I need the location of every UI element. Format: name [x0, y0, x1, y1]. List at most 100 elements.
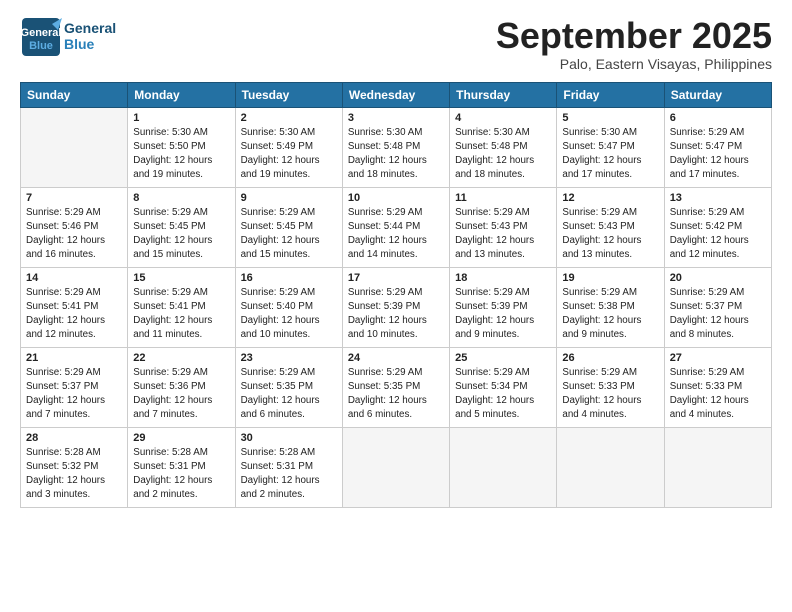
- day-number: 10: [348, 192, 444, 204]
- calendar-cell: 30 Sunrise: 5:28 AM Sunset: 5:31 PM Dayli…: [235, 427, 342, 507]
- calendar-cell: 8 Sunrise: 5:29 AM Sunset: 5:45 PM Daylig…: [128, 187, 235, 267]
- calendar-cell: 26 Sunrise: 5:29 AM Sunset: 5:33 PM Dayli…: [557, 347, 664, 427]
- day-info: Sunrise: 5:29 AM Sunset: 5:46 PM Dayligh…: [26, 206, 122, 263]
- day-number: 30: [241, 432, 337, 444]
- calendar-cell: 16 Sunrise: 5:29 AM Sunset: 5:40 PM Dayli…: [235, 267, 342, 347]
- calendar-cell: [342, 427, 449, 507]
- day-number: 11: [455, 192, 551, 204]
- day-number: 22: [133, 352, 229, 364]
- day-info: Sunrise: 5:29 AM Sunset: 5:34 PM Dayligh…: [455, 366, 551, 423]
- day-info: Sunrise: 5:29 AM Sunset: 5:36 PM Dayligh…: [133, 366, 229, 423]
- day-info: Sunrise: 5:29 AM Sunset: 5:33 PM Dayligh…: [670, 366, 766, 423]
- calendar-cell: 29 Sunrise: 5:28 AM Sunset: 5:31 PM Dayli…: [128, 427, 235, 507]
- day-info: Sunrise: 5:29 AM Sunset: 5:45 PM Dayligh…: [133, 206, 229, 263]
- day-number: 9: [241, 192, 337, 204]
- svg-text:General: General: [21, 27, 62, 39]
- day-info: Sunrise: 5:28 AM Sunset: 5:31 PM Dayligh…: [241, 446, 337, 503]
- calendar-table: SundayMondayTuesdayWednesdayThursdayFrid…: [20, 82, 772, 508]
- svg-text:Blue: Blue: [29, 40, 53, 52]
- location: Palo, Eastern Visayas, Philippines: [496, 56, 772, 72]
- day-number: 14: [26, 272, 122, 284]
- day-number: 5: [562, 112, 658, 124]
- day-info: Sunrise: 5:30 AM Sunset: 5:48 PM Dayligh…: [348, 126, 444, 183]
- calendar-cell: 4 Sunrise: 5:30 AM Sunset: 5:48 PM Daylig…: [450, 107, 557, 187]
- day-number: 29: [133, 432, 229, 444]
- day-info: Sunrise: 5:29 AM Sunset: 5:44 PM Dayligh…: [348, 206, 444, 263]
- day-number: 25: [455, 352, 551, 364]
- day-info: Sunrise: 5:28 AM Sunset: 5:32 PM Dayligh…: [26, 446, 122, 503]
- day-info: Sunrise: 5:30 AM Sunset: 5:49 PM Dayligh…: [241, 126, 337, 183]
- weekday-header-tuesday: Tuesday: [235, 82, 342, 107]
- weekday-header-thursday: Thursday: [450, 82, 557, 107]
- calendar-cell: 17 Sunrise: 5:29 AM Sunset: 5:39 PM Dayli…: [342, 267, 449, 347]
- day-info: Sunrise: 5:30 AM Sunset: 5:48 PM Dayligh…: [455, 126, 551, 183]
- day-number: 12: [562, 192, 658, 204]
- day-info: Sunrise: 5:30 AM Sunset: 5:50 PM Dayligh…: [133, 126, 229, 183]
- weekday-header-sunday: Sunday: [21, 82, 128, 107]
- weekday-header-wednesday: Wednesday: [342, 82, 449, 107]
- day-info: Sunrise: 5:29 AM Sunset: 5:39 PM Dayligh…: [455, 286, 551, 343]
- weekday-header-saturday: Saturday: [664, 82, 771, 107]
- calendar-cell: 12 Sunrise: 5:29 AM Sunset: 5:43 PM Dayli…: [557, 187, 664, 267]
- title-block: September 2025 Palo, Eastern Visayas, Ph…: [496, 16, 772, 72]
- calendar-cell: 24Sunrise: 5:29 AM Sunset: 5:35 PM Dayli…: [342, 347, 449, 427]
- logo-icon: General Blue: [20, 16, 60, 56]
- weekday-header-row: SundayMondayTuesdayWednesdayThursdayFrid…: [21, 82, 772, 107]
- calendar-cell: [21, 107, 128, 187]
- calendar-cell: 21 Sunrise: 5:29 AM Sunset: 5:37 PM Dayli…: [21, 347, 128, 427]
- calendar-cell: 9Sunrise: 5:29 AM Sunset: 5:45 PM Daylig…: [235, 187, 342, 267]
- day-number: 21: [26, 352, 122, 364]
- page-header: General Blue General Blue September 2025…: [20, 16, 772, 72]
- day-number: 15: [133, 272, 229, 284]
- day-info: Sunrise: 5:29 AM Sunset: 5:43 PM Dayligh…: [562, 206, 658, 263]
- day-number: 19: [562, 272, 658, 284]
- day-number: 7: [26, 192, 122, 204]
- day-number: 17: [348, 272, 444, 284]
- calendar-week-5: 28 Sunrise: 5:28 AM Sunset: 5:32 PM Dayli…: [21, 427, 772, 507]
- day-number: 6: [670, 112, 766, 124]
- calendar-cell: 11Sunrise: 5:29 AM Sunset: 5:43 PM Dayli…: [450, 187, 557, 267]
- calendar-week-3: 14 Sunrise: 5:29 AM Sunset: 5:41 PM Dayli…: [21, 267, 772, 347]
- day-info: Sunrise: 5:29 AM Sunset: 5:33 PM Dayligh…: [562, 366, 658, 423]
- weekday-header-monday: Monday: [128, 82, 235, 107]
- day-info: Sunrise: 5:29 AM Sunset: 5:38 PM Dayligh…: [562, 286, 658, 343]
- calendar-cell: 3 Sunrise: 5:30 AM Sunset: 5:48 PM Daylig…: [342, 107, 449, 187]
- calendar-cell: 1 Sunrise: 5:30 AM Sunset: 5:50 PM Daylig…: [128, 107, 235, 187]
- calendar-cell: 7 Sunrise: 5:29 AM Sunset: 5:46 PM Daylig…: [21, 187, 128, 267]
- calendar-cell: 23 Sunrise: 5:29 AM Sunset: 5:35 PM Dayli…: [235, 347, 342, 427]
- day-number: 13: [670, 192, 766, 204]
- calendar-cell: 25 Sunrise: 5:29 AM Sunset: 5:34 PM Dayli…: [450, 347, 557, 427]
- day-info: Sunrise: 5:29 AM Sunset: 5:40 PM Dayligh…: [241, 286, 337, 343]
- month-title: September 2025: [496, 16, 772, 56]
- day-number: 24: [348, 352, 444, 364]
- calendar-cell: 22 Sunrise: 5:29 AM Sunset: 5:36 PM Dayli…: [128, 347, 235, 427]
- day-number: 26: [562, 352, 658, 364]
- day-number: 16: [241, 272, 337, 284]
- calendar-cell: 28 Sunrise: 5:28 AM Sunset: 5:32 PM Dayli…: [21, 427, 128, 507]
- calendar-cell: 6Sunrise: 5:29 AM Sunset: 5:47 PM Daylig…: [664, 107, 771, 187]
- calendar-cell: 20Sunrise: 5:29 AM Sunset: 5:37 PM Dayli…: [664, 267, 771, 347]
- calendar-cell: [557, 427, 664, 507]
- day-number: 4: [455, 112, 551, 124]
- day-number: 8: [133, 192, 229, 204]
- calendar-cell: 18 Sunrise: 5:29 AM Sunset: 5:39 PM Dayli…: [450, 267, 557, 347]
- day-number: 23: [241, 352, 337, 364]
- day-info: Sunrise: 5:28 AM Sunset: 5:31 PM Dayligh…: [133, 446, 229, 503]
- logo: General Blue General Blue: [20, 16, 116, 56]
- calendar-cell: 15Sunrise: 5:29 AM Sunset: 5:41 PM Dayli…: [128, 267, 235, 347]
- calendar-week-4: 21 Sunrise: 5:29 AM Sunset: 5:37 PM Dayli…: [21, 347, 772, 427]
- calendar-cell: 19 Sunrise: 5:29 AM Sunset: 5:38 PM Dayli…: [557, 267, 664, 347]
- logo-text-line1: General: [64, 20, 116, 36]
- day-info: Sunrise: 5:29 AM Sunset: 5:35 PM Dayligh…: [241, 366, 337, 423]
- day-number: 3: [348, 112, 444, 124]
- calendar-cell: [664, 427, 771, 507]
- day-number: 27: [670, 352, 766, 364]
- day-info: Sunrise: 5:29 AM Sunset: 5:42 PM Dayligh…: [670, 206, 766, 263]
- day-info: Sunrise: 5:29 AM Sunset: 5:41 PM Dayligh…: [26, 286, 122, 343]
- day-info: Sunrise: 5:29 AM Sunset: 5:39 PM Dayligh…: [348, 286, 444, 343]
- day-info: Sunrise: 5:29 AM Sunset: 5:37 PM Dayligh…: [26, 366, 122, 423]
- logo-text-line2: Blue: [64, 36, 116, 52]
- day-number: 28: [26, 432, 122, 444]
- day-number: 1: [133, 112, 229, 124]
- day-number: 18: [455, 272, 551, 284]
